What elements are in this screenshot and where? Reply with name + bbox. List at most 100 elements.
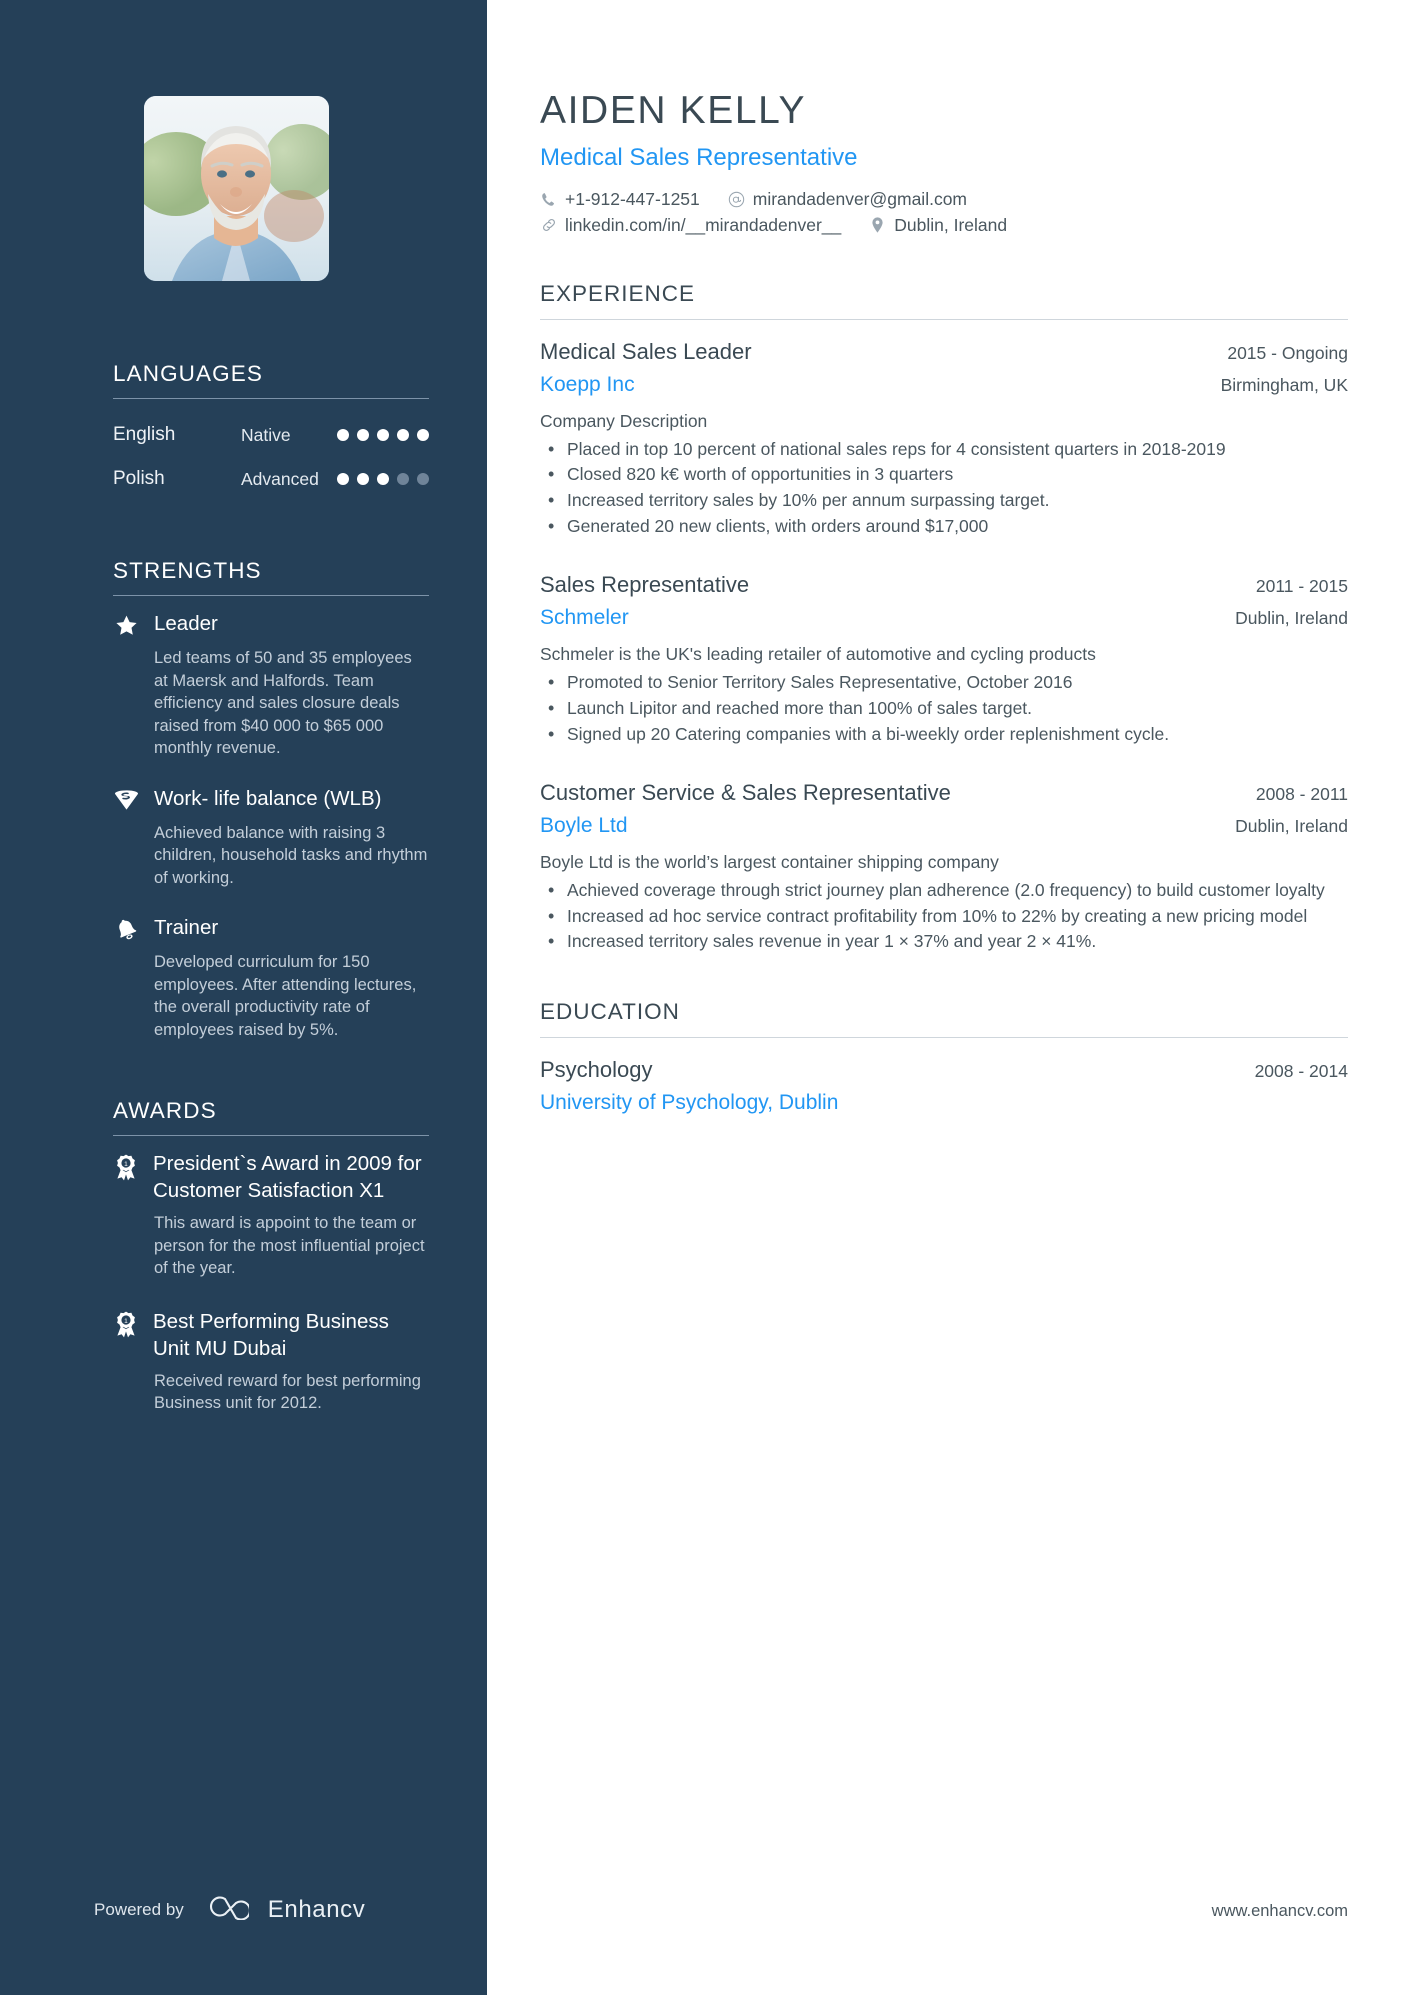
svg-text:1: 1 <box>124 1161 128 1168</box>
education-school-link[interactable]: University of Psychology, Dublin <box>540 1091 838 1115</box>
entry-role: Customer Service & Sales Representative <box>540 779 951 805</box>
entry-company-link[interactable]: Koepp Inc <box>540 373 635 397</box>
language-row: English Native <box>113 413 429 457</box>
strengths-title: STRENGTHS <box>113 558 262 583</box>
strength-title: Work- life balance (WLB) <box>154 786 382 810</box>
language-rating-dots <box>337 473 429 485</box>
entry-bullets: Promoted to Senior Territory Sales Repre… <box>540 670 1348 747</box>
list-item: Increased territory sales by 10% per ann… <box>540 488 1348 513</box>
strength-description: Developed curriculum for 150 employees. … <box>154 953 417 1039</box>
entry-date: 2015 - Ongoing <box>1227 342 1348 363</box>
page-title: AIDEN KELLY <box>540 89 807 132</box>
education-degree: Psychology <box>540 1057 653 1083</box>
phone-text: +1-912-447-1251 <box>565 188 700 209</box>
education-section: EDUCATION Psychology 2008 - 2014 Univers… <box>540 999 1348 1115</box>
list-item: Increased ad hoc service contract profit… <box>540 904 1348 929</box>
section-divider <box>540 318 1348 320</box>
award-description: Received reward for best performing Busi… <box>154 1371 421 1413</box>
language-name: English <box>113 424 176 445</box>
svg-text:1: 1 <box>124 1318 128 1325</box>
entry-location: Dublin, Ireland <box>1235 608 1348 629</box>
languages-list: English Native Polish Advanced <box>113 413 429 501</box>
entry-company-link[interactable]: Boyle Ltd <box>540 814 628 838</box>
entry-date: 2008 - 2011 <box>1255 783 1348 804</box>
experience-entry: Medical Sales Leader 2015 - Ongoing Koep… <box>540 339 1348 540</box>
section-divider <box>540 1037 1348 1039</box>
linkedin-text: linkedin.com/in/__mirandadenver__ <box>565 214 842 235</box>
experience-title: EXPERIENCE <box>540 280 696 306</box>
section-divider <box>113 1135 429 1136</box>
languages-section: LANGUAGES English Native Polish Advanced <box>113 361 429 501</box>
entry-role: Sales Representative <box>540 572 750 598</box>
contact-line: linkedin.com/in/__mirandadenver__ Dublin… <box>540 215 1348 236</box>
location-pin-icon <box>869 217 886 234</box>
entry-bullets: Achieved coverage through strict journey… <box>540 878 1348 955</box>
entry-company-link[interactable]: Schmeler <box>540 606 629 630</box>
entry-bullets: Placed in top 10 percent of national sal… <box>540 437 1348 540</box>
award-item: 1 President`s Award in 2009 for Customer… <box>113 1150 425 1280</box>
experience-entry: Sales Representative 2011 - 2015 Schmele… <box>540 572 1348 747</box>
education-title: EDUCATION <box>540 999 680 1025</box>
experience-entry: Customer Service & Sales Representative … <box>540 780 1348 955</box>
entry-role: Medical Sales Leader <box>540 338 752 364</box>
language-level: Advanced <box>241 468 319 489</box>
list-item: Launch Lipitor and reached more than 100… <box>540 696 1348 721</box>
award-item: 1 Best Performing Business Unit MU Dubai… <box>113 1308 425 1415</box>
link-icon <box>540 217 557 234</box>
education-entry: Psychology 2008 - 2014 University of Psy… <box>540 1057 1348 1115</box>
site-url[interactable]: www.enhancv.com <box>1212 1902 1348 1921</box>
job-title: Medical Sales Representative <box>540 143 858 171</box>
list-item: Promoted to Senior Territory Sales Repre… <box>540 670 1348 695</box>
list-item: Closed 820 k€ worth of opportunities in … <box>540 462 1348 487</box>
list-item: Increased territory sales revenue in yea… <box>540 929 1348 954</box>
medal-icon: 1 <box>113 1153 139 1181</box>
strength-title: Leader <box>154 612 218 635</box>
main-content: AIDEN KELLY Medical Sales Representative… <box>487 0 1410 1995</box>
contact-linkedin[interactable]: linkedin.com/in/__mirandadenver__ <box>540 215 841 236</box>
contact-email[interactable]: mirandadenver@gmail.com <box>728 189 967 210</box>
language-row: Polish Advanced <box>113 457 429 501</box>
award-title: President`s Award in 2009 for Customer S… <box>153 1152 422 1202</box>
entry-date: 2011 - 2015 <box>1255 576 1348 597</box>
medal-icon: 1 <box>113 1311 139 1339</box>
experience-section: EXPERIENCE Medical Sales Leader 2015 - O… <box>540 281 1348 955</box>
email-text: mirandadenver@gmail.com <box>752 188 968 209</box>
avatar <box>144 96 329 281</box>
strength-item: Trainer Developed curriculum for 150 emp… <box>113 914 425 1041</box>
strength-item: Leader Led teams of 50 and 35 employees … <box>113 610 425 760</box>
list-item: Achieved coverage through strict journey… <box>540 878 1348 903</box>
enhancv-brand-label: Enhancv <box>267 1895 366 1923</box>
bell-icon <box>113 916 140 943</box>
language-name: Polish <box>113 468 165 489</box>
awards-section: AWARDS 1 President`s Award in 2009 for C… <box>113 1098 429 1415</box>
list-item: Signed up 20 Catering companies with a b… <box>540 722 1348 747</box>
contact-line: +1-912-447-1251 mirandadenver@gmail.com <box>540 189 1348 210</box>
section-divider <box>113 595 429 596</box>
contact-info: +1-912-447-1251 mirandadenver@gmail.com … <box>540 189 1348 236</box>
sidebar: LANGUAGES English Native Polish Advanced <box>0 0 487 1995</box>
award-title: Best Performing Business Unit MU Dubai <box>153 1309 389 1360</box>
section-divider <box>113 398 429 399</box>
powered-by-footer: Powered by Enhancv <box>94 1894 365 1925</box>
education-date: 2008 - 2014 <box>1254 1061 1348 1082</box>
award-description: This award is appoint to the team or per… <box>154 1214 425 1277</box>
list-item: Generated 20 new clients, with orders ar… <box>540 514 1348 539</box>
list-item: Placed in top 10 percent of national sal… <box>540 437 1348 462</box>
strengths-section: STRENGTHS Leader Led teams of 50 and 35 … <box>113 558 429 1041</box>
strength-description: Led teams of 50 and 35 employees at Maer… <box>154 649 412 757</box>
languages-title: LANGUAGES <box>113 361 263 386</box>
language-level: Native <box>241 424 291 445</box>
powered-by-label: Powered by <box>94 1899 184 1919</box>
contact-phone[interactable]: +1-912-447-1251 <box>540 189 700 210</box>
entry-location: Dublin, Ireland <box>1235 815 1348 836</box>
enhancv-logo-icon <box>203 1894 251 1925</box>
entry-description: Schmeler is the UK's leading retailer of… <box>540 644 1096 665</box>
entry-description: Boyle Ltd is the world’s largest contain… <box>540 851 999 872</box>
strength-title: Trainer <box>154 916 219 939</box>
email-icon <box>728 191 745 208</box>
entry-description: Company Description <box>540 410 708 431</box>
entry-location: Birmingham, UK <box>1220 374 1348 395</box>
language-rating-dots <box>337 429 429 441</box>
phone-icon <box>540 191 557 208</box>
contact-location: Dublin, Ireland <box>869 215 1007 236</box>
